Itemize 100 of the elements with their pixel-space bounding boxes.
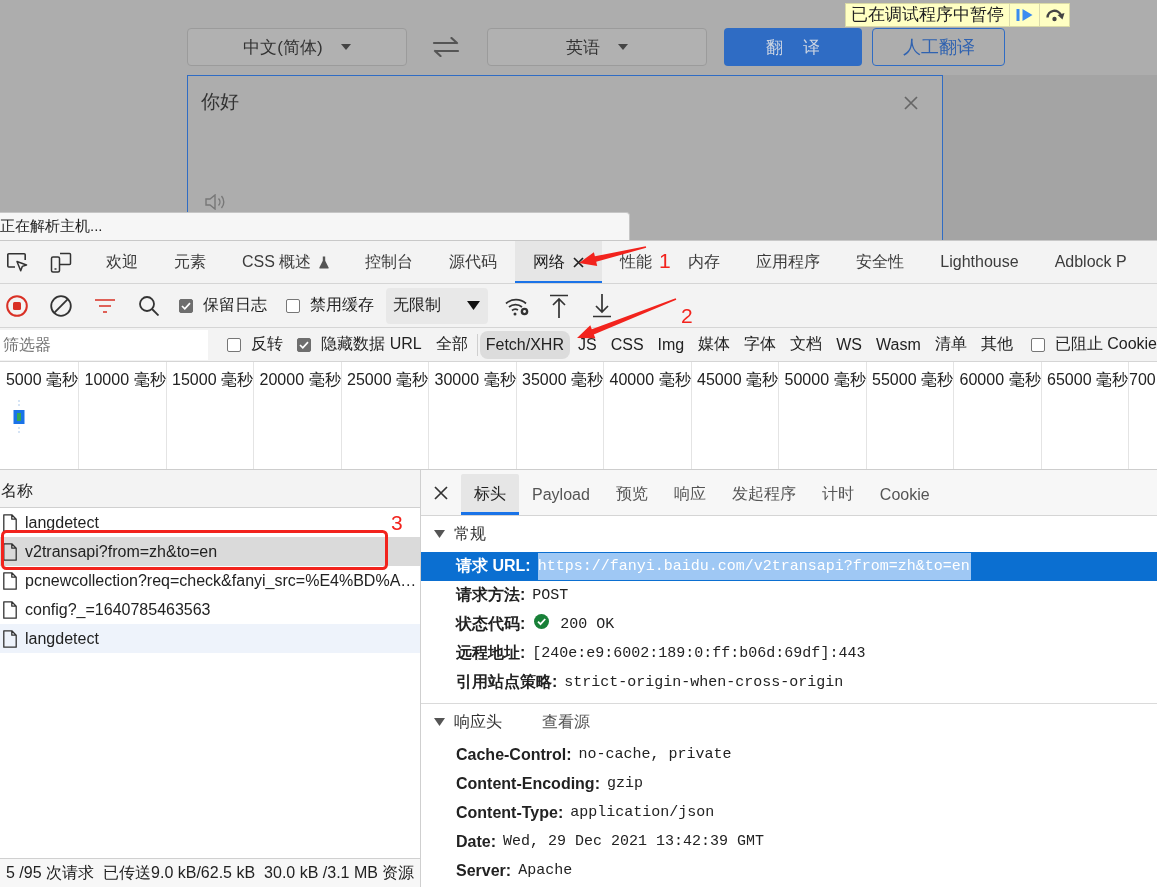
request-row[interactable]: langdetect — [0, 624, 420, 653]
header-value: strict-origin-when-cross-origin — [564, 673, 845, 693]
devtools-tab[interactable]: 欢迎 — [88, 241, 156, 283]
expand-triangle-icon[interactable] — [434, 718, 445, 726]
checkbox[interactable] — [286, 298, 300, 313]
devtools-tab[interactable]: 网络 — [515, 241, 603, 283]
header-row[interactable]: 请求 URL: https://fanyi.baidu.com/v2transapi?from=zh&to=en — [421, 552, 1157, 581]
header-row[interactable]: 请求方法: POST — [421, 581, 1157, 610]
timeline-tick-label: 5000 毫秒 — [5, 371, 78, 389]
header-value: Apache — [518, 861, 574, 881]
details-tab[interactable]: Cookie — [866, 474, 943, 515]
details-tab[interactable]: Payload — [519, 474, 603, 515]
checkbox-label[interactable]: 已阻止 Cookie — [1054, 334, 1157, 355]
header-row[interactable]: Content-Encoding: gzip — [421, 769, 1157, 798]
devtools-tab[interactable]: 元素 — [156, 241, 224, 283]
header-row[interactable]: Server: Apache — [421, 856, 1157, 885]
resource-type-filter[interactable]: Fetch/XHR — [479, 330, 570, 359]
header-row[interactable]: 远程地址: [240e:e9:6002:189:0:ff:b06d:69df]:443 — [421, 639, 1157, 668]
search-icon — [139, 295, 159, 316]
details-tab[interactable]: 计时 — [808, 474, 867, 515]
header-name: 请求 URL: — [456, 556, 531, 576]
header-name: 请求方法: — [456, 585, 526, 605]
devtools-tab[interactable]: Lighthouse — [922, 241, 1037, 283]
header-value: gzip — [606, 774, 644, 794]
file-icon — [3, 629, 17, 648]
checkbox-label[interactable]: 反转 — [251, 334, 284, 355]
section-title[interactable]: 常规 — [454, 523, 486, 545]
summary-text: 5 /95 次请求 — [6, 862, 95, 883]
header-row[interactable]: 状态代码: 200 OK — [421, 610, 1157, 639]
source-language-select[interactable]: 中文(简体) — [187, 28, 407, 66]
device-icon — [50, 251, 72, 273]
details-tab[interactable]: 标头 — [461, 474, 519, 515]
devtools-tab[interactable]: 应用程序 — [738, 241, 839, 283]
request-row[interactable]: langdetect — [0, 508, 103, 537]
checkbox-label[interactable]: 保留日志 — [203, 295, 267, 316]
timeline-tick-label: 25000 毫秒 — [347, 371, 428, 389]
annotation-number: 1 — [659, 249, 671, 272]
resource-type-filter[interactable]: 文档 — [784, 330, 829, 359]
close-icon[interactable] — [434, 485, 448, 500]
resource-type-filter[interactable]: CSS — [604, 330, 650, 359]
request-row[interactable]: config?_=1640785463563 — [0, 595, 215, 624]
resource-type-filter[interactable]: Wasm — [870, 330, 927, 359]
resource-type-filter[interactable]: 清单 — [928, 330, 973, 359]
download-icon — [592, 293, 612, 318]
header-value: no-cache, private — [578, 745, 733, 765]
resource-type-filter[interactable]: WS — [830, 330, 868, 359]
details-tab[interactable]: 预览 — [602, 474, 661, 515]
resource-type-filter[interactable]: JS — [572, 330, 603, 359]
timeline-tick-label: 20000 毫秒 — [259, 371, 341, 389]
translate-button[interactable]: 翻 译 — [724, 28, 862, 66]
timeline-tick-label: 40000 毫秒 — [609, 371, 691, 389]
record-icon — [6, 294, 28, 317]
target-language-select[interactable]: 英语 — [487, 28, 707, 66]
devtools-tab[interactable]: 安全性 — [838, 241, 923, 283]
filter-input[interactable]: 筛选器 — [0, 329, 209, 360]
section-title[interactable]: 响应头 — [454, 711, 502, 733]
header-value: https://fanyi.baidu.com/v2transapi?from=zh&to=en — [537, 553, 971, 580]
column-header[interactable]: 名称 — [0, 470, 420, 508]
swap-languages-button[interactable] — [432, 37, 460, 57]
annotation-number: 3 — [391, 511, 403, 534]
devtools-tab[interactable]: Adblock P — [1036, 241, 1145, 283]
header-name: Cache-Control: — [456, 745, 572, 764]
step-over-icon — [1044, 8, 1065, 22]
timeline-tick-label: 55000 毫秒 — [872, 371, 953, 389]
devtools-tab[interactable]: 内存 — [670, 241, 739, 283]
devtools-tab[interactable]: 控制台 — [347, 241, 432, 283]
file-icon — [3, 571, 17, 590]
header-row[interactable]: 引用站点策略: strict-origin-when-cross-origin — [421, 668, 1157, 697]
checkbox-label[interactable]: 隐藏数据 URL — [321, 334, 422, 355]
resource-type-filter[interactable]: 全部 — [429, 330, 474, 359]
checkbox-label[interactable]: 禁用缓存 — [310, 295, 374, 316]
header-value: [240e:e9:6002:189:0:ff:b06d:69df]:443 — [532, 644, 867, 664]
details-tab[interactable]: 响应 — [660, 474, 719, 515]
header-name: Date: — [456, 832, 496, 851]
header-value: Wed, 29 Dec 2021 13:42:39 GMT — [503, 832, 766, 852]
checkbox[interactable] — [179, 298, 193, 313]
request-row[interactable]: pcnewcollection?req=check&fanyi_src=%E4%BD%A… — [0, 566, 421, 595]
throttling-select[interactable]: 无限制 — [386, 287, 488, 324]
resource-type-filter[interactable]: Img — [651, 330, 691, 359]
header-row[interactable]: Cache-Control: no-cache, private — [421, 740, 1157, 769]
close-icon[interactable] — [573, 256, 585, 268]
file-icon — [3, 513, 17, 532]
resource-type-filter[interactable]: 其他 — [974, 330, 1019, 359]
expand-triangle-icon[interactable] — [434, 530, 445, 538]
devtools-tab[interactable]: CSS 概述 — [224, 241, 348, 283]
request-timing-bar — [13, 400, 25, 434]
devtools-tab[interactable]: 源代码 — [431, 241, 516, 283]
header-row[interactable]: Content-Type: application/json — [421, 798, 1157, 827]
details-tab[interactable]: 发起程序 — [718, 474, 809, 515]
annotation-number: 2 — [681, 304, 693, 327]
checkbox[interactable] — [227, 337, 242, 352]
view-source-link[interactable]: 查看源 — [542, 711, 590, 733]
checkbox[interactable] — [297, 337, 312, 352]
resource-type-filter[interactable]: 媒体 — [692, 330, 737, 359]
caret-icon — [467, 301, 480, 310]
resource-type-filter[interactable]: 字体 — [738, 330, 783, 359]
request-row[interactable]: v2transapi?from=zh&to=en — [0, 537, 420, 566]
paused-message: 已在调试程序中暂停 — [850, 4, 1005, 26]
checkbox[interactable] — [1030, 337, 1045, 352]
header-row[interactable]: Date: Wed, 29 Dec 2021 13:42:39 GMT — [421, 827, 1157, 856]
